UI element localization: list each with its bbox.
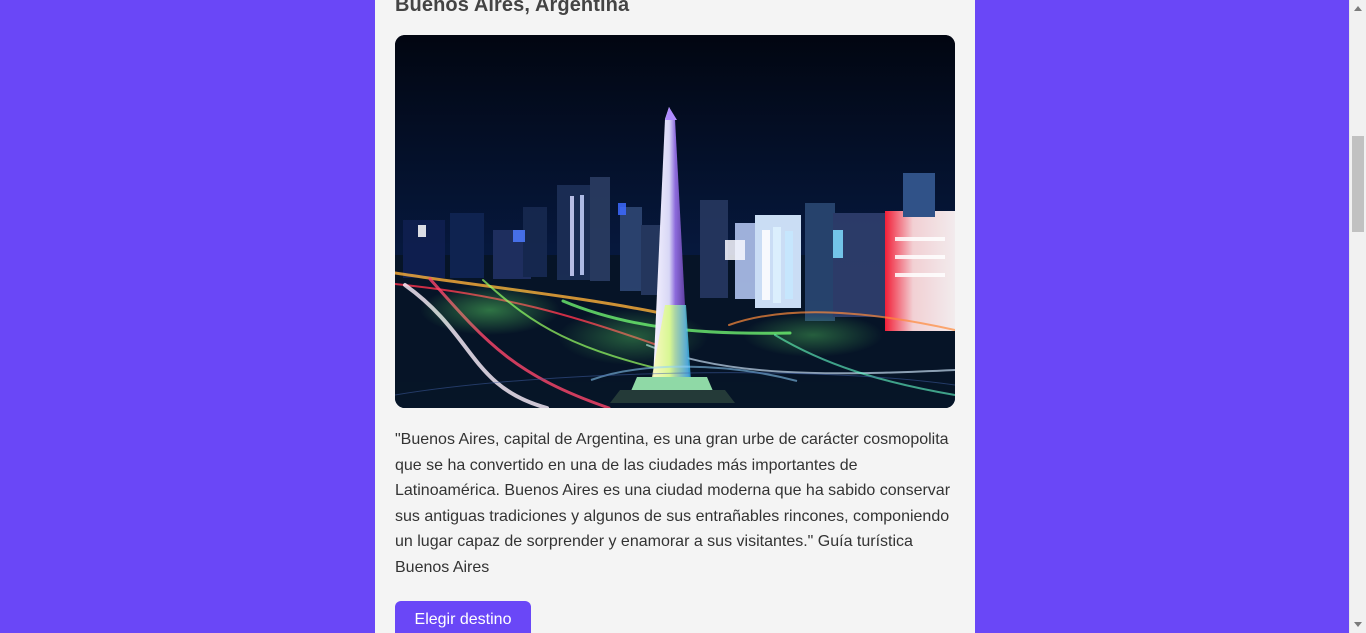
destination-title: Buenos Aires, Argentina [395, 0, 630, 16]
chevron-up-icon[interactable] [1354, 6, 1362, 11]
scrollbar-thumb[interactable] [1352, 136, 1364, 232]
destination-description: "Buenos Aires, capital de Argentina, es … [395, 431, 951, 576]
page: Buenos Aires, Argentina "Buenos Aires, c… [0, 0, 1366, 633]
destination-card: Buenos Aires, Argentina "Buenos Aires, c… [375, 0, 975, 633]
destination-image [395, 35, 955, 408]
choose-destination-button[interactable]: Elegir destino [395, 601, 531, 633]
vertical-scrollbar[interactable] [1349, 0, 1366, 633]
chevron-down-icon[interactable] [1354, 622, 1362, 627]
